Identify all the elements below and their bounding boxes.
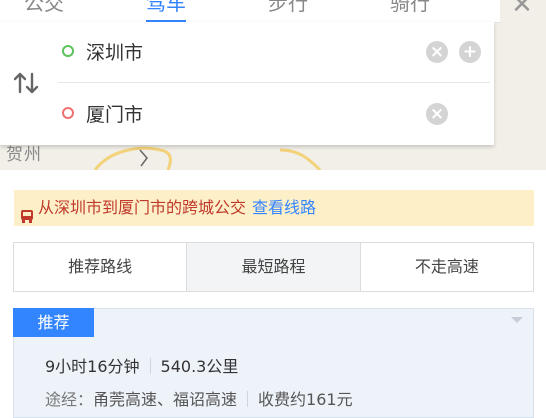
tab-walk[interactable]: 步行 (268, 0, 308, 20)
clear-end-icon[interactable]: × (426, 103, 448, 125)
end-input[interactable] (86, 98, 386, 128)
via-label: 途经： (45, 390, 94, 409)
route-distance: 540.3公里 (160, 357, 239, 376)
tab-ride[interactable]: 骑行 (390, 0, 430, 20)
swap-direction-icon[interactable] (12, 70, 42, 96)
add-waypoint-icon[interactable]: + (459, 41, 481, 63)
recommend-badge: 推荐 (13, 308, 94, 337)
collapse-caret-icon[interactable] (511, 317, 523, 323)
notice-text-wrap: 从深圳市到厦门市的跨城公交 查看线路 (38, 190, 316, 226)
tab-bus[interactable]: 公交 (24, 0, 64, 20)
view-lines-link[interactable]: 查看线路 (252, 198, 316, 217)
route-details: 途经：甬莞高速、福诏高速 收费约161元 (45, 386, 353, 410)
strategy-no-highway[interactable]: 不走高速 (359, 243, 533, 291)
toll-fee: 收费约161元 (258, 390, 353, 409)
bus-icon (20, 201, 34, 237)
route-search-card: × + × (0, 22, 494, 145)
mode-tabs: 公交 驾车 步行 骑行 (0, 0, 500, 23)
close-icon[interactable]: ✕ (507, 0, 537, 20)
tab-drive[interactable]: 驾车 (146, 0, 186, 22)
clear-start-icon[interactable]: × (426, 41, 448, 63)
notice-text: 从深圳市到厦门市的跨城公交 (38, 198, 247, 217)
start-row: × + (58, 22, 490, 83)
end-row: × (58, 84, 490, 144)
end-point-icon (62, 107, 74, 119)
route-result-card[interactable]: 推荐 9小时16分钟 540.3公里 途经：甬莞高速、福诏高速 收费约161元 (13, 308, 534, 418)
route-summary: 9小时16分钟 540.3公里 (45, 353, 238, 377)
route-duration: 9小时16分钟 (45, 357, 140, 376)
divider (149, 358, 151, 374)
strategy-recommended[interactable]: 推荐路线 (14, 243, 187, 291)
start-input[interactable] (86, 36, 386, 66)
via-roads: 甬莞高速、福诏高速 (93, 390, 238, 409)
start-point-icon (62, 45, 74, 57)
divider (247, 391, 249, 407)
strategy-shortest[interactable]: 最短路程 (186, 243, 360, 291)
intercity-bus-notice: 从深圳市到厦门市的跨城公交 查看线路 (14, 190, 534, 226)
route-strategy-tabs: 推荐路线 最短路程 不走高速 (13, 242, 534, 292)
